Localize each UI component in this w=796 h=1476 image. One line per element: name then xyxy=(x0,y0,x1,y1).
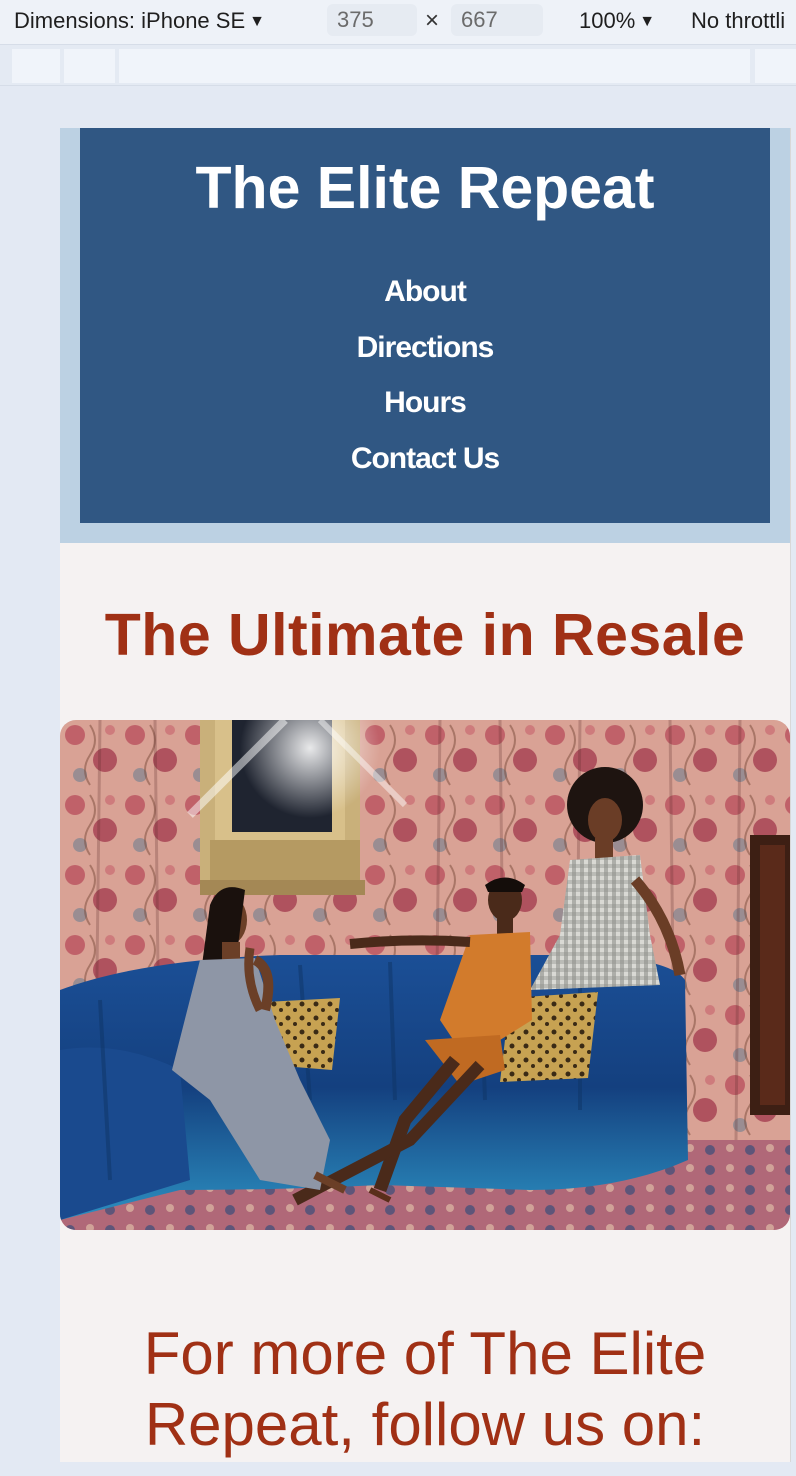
main-nav: About Directions Hours Contact Us xyxy=(80,264,770,486)
follow-us-heading: For more of The Elite Repeat, follow us … xyxy=(143,1320,707,1458)
nav-link-hours[interactable]: Hours xyxy=(80,375,770,431)
throttling-dropdown[interactable]: No throttli xyxy=(691,8,785,34)
device-dimensions-label: Dimensions: iPhone SE xyxy=(14,8,246,33)
emulated-viewport: The Elite Repeat About Directions Hours … xyxy=(60,128,791,1462)
media-query-segment[interactable] xyxy=(755,49,796,83)
viewport-width-input[interactable]: 375 xyxy=(327,4,417,36)
media-query-segment[interactable] xyxy=(119,49,750,83)
header-banner: The Elite Repeat About Directions Hours … xyxy=(80,128,770,523)
nav-link-directions[interactable]: Directions xyxy=(80,320,770,376)
chevron-down-icon: ▼ xyxy=(639,13,656,30)
site-header: The Elite Repeat About Directions Hours … xyxy=(60,128,790,543)
device-dimensions-dropdown[interactable]: Dimensions: iPhone SE ▼ xyxy=(14,8,265,34)
hero-photo-illustration xyxy=(60,720,790,1230)
viewport-height-input[interactable]: 667 xyxy=(451,4,543,36)
media-query-segment[interactable] xyxy=(64,49,115,83)
times-icon: × xyxy=(425,7,440,34)
nav-link-contact-us[interactable]: Contact Us xyxy=(80,431,770,487)
chevron-down-icon: ▼ xyxy=(249,13,265,30)
tagline-heading: The Ultimate in Resale xyxy=(104,602,746,668)
media-query-segment[interactable] xyxy=(12,49,60,83)
nav-link-about[interactable]: About xyxy=(80,264,770,320)
media-query-bar xyxy=(0,44,796,86)
site-title: The Elite Repeat xyxy=(195,155,655,221)
zoom-label: 100% xyxy=(579,8,636,33)
hero-image xyxy=(60,720,790,1230)
zoom-dropdown[interactable]: 100% ▼ xyxy=(579,8,655,34)
device-toolbar: Dimensions: iPhone SE ▼ 375 × 667 100% ▼ N… xyxy=(0,0,796,44)
